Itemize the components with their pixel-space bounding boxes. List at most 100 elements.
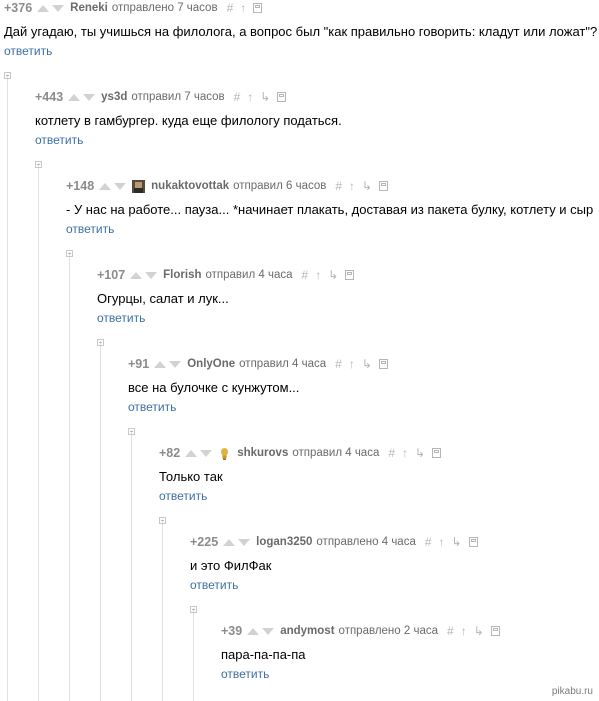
arrow-up-icon[interactable]: ↑ — [247, 91, 253, 103]
comment-time: отправил 4 часа — [239, 358, 327, 370]
comment-author[interactable]: nukaktovottak — [151, 180, 229, 192]
comment-time: отправлено 4 часа — [316, 536, 416, 548]
upvote-icon[interactable] — [154, 360, 167, 368]
reply-link[interactable]: ответить — [190, 578, 238, 592]
hash-icon[interactable]: # — [425, 536, 432, 548]
comment-author[interactable]: Reneki — [70, 2, 108, 14]
comment-header: +225 logan3250 отправлено 4 часа # ↑ ↳ — [190, 534, 478, 550]
arrow-up-icon[interactable]: ↑ — [461, 625, 467, 637]
collapse-toggle[interactable] — [35, 161, 42, 168]
reply-link[interactable]: ответить — [159, 489, 207, 503]
downvote-icon[interactable] — [114, 182, 127, 190]
branch-icon[interactable]: ↳ — [474, 625, 484, 637]
branch-icon[interactable]: ↳ — [362, 358, 372, 370]
thread-line — [193, 608, 194, 701]
vote-arrows — [37, 4, 65, 12]
thread-line — [38, 163, 39, 701]
arrow-up-icon[interactable]: ↑ — [349, 358, 355, 370]
hash-icon[interactable]: # — [447, 625, 454, 637]
hash-icon[interactable]: # — [335, 180, 342, 192]
downvote-icon[interactable] — [200, 449, 213, 457]
arrow-up-icon[interactable]: ↑ — [402, 447, 408, 459]
comment-icons: # ↑ ↳ — [425, 536, 478, 548]
reply-link[interactable]: ответить — [66, 222, 114, 236]
comment-header: +107 Florish отправил 4 часа # ↑ ↳ — [97, 267, 355, 283]
arrow-up-icon[interactable]: ↑ — [439, 536, 445, 548]
comment-author[interactable]: Florish — [163, 269, 201, 281]
comment-author[interactable]: ys3d — [101, 91, 127, 103]
arrow-up-icon[interactable]: ↑ — [240, 2, 246, 14]
hash-icon[interactable]: # — [234, 91, 241, 103]
comment-rating: +107 — [97, 268, 126, 282]
collapse-toggle[interactable] — [159, 517, 166, 524]
comment-time: отправил 4 часа — [205, 269, 293, 281]
save-icon[interactable] — [432, 448, 442, 458]
reply-link[interactable]: ответить — [221, 667, 269, 681]
branch-icon[interactable]: ↳ — [260, 91, 270, 103]
thread-line — [131, 430, 132, 701]
arrow-up-icon[interactable]: ↑ — [315, 269, 321, 281]
branch-icon[interactable]: ↳ — [452, 536, 462, 548]
reply-link[interactable]: ответить — [97, 311, 145, 325]
vote-arrows — [68, 93, 96, 101]
comment-time: отправил 6 часов — [233, 180, 327, 192]
downvote-icon[interactable] — [238, 538, 251, 546]
upvote-icon[interactable] — [247, 627, 260, 635]
downvote-icon[interactable] — [83, 93, 96, 101]
vote-arrows — [99, 182, 127, 190]
save-icon[interactable] — [490, 626, 500, 636]
reply-link[interactable]: ответить — [35, 133, 83, 147]
branch-icon[interactable]: ↳ — [362, 180, 372, 192]
save-icon[interactable] — [379, 181, 389, 191]
thread-line — [100, 341, 101, 701]
upvote-icon[interactable] — [37, 4, 50, 12]
collapse-toggle[interactable] — [190, 606, 197, 613]
comment-text: котлету в гамбургер. куда еще филологу п… — [35, 113, 342, 128]
branch-icon[interactable]: ↳ — [328, 269, 338, 281]
upvote-icon[interactable] — [185, 449, 198, 457]
hash-icon[interactable]: # — [302, 269, 309, 281]
save-icon[interactable] — [277, 92, 287, 102]
comment-author[interactable]: shkurovs — [237, 447, 288, 459]
collapse-toggle[interactable] — [97, 339, 104, 346]
comment-author[interactable]: andymost — [280, 625, 334, 637]
comment-text: - У нас на работе... пауза... *начинает … — [66, 202, 594, 217]
upvote-icon[interactable] — [130, 271, 143, 279]
save-icon[interactable] — [378, 359, 388, 369]
hash-icon[interactable]: # — [335, 358, 342, 370]
reply-link[interactable]: ответить — [4, 44, 52, 58]
save-icon[interactable] — [468, 537, 478, 547]
upvote-icon[interactable] — [223, 538, 236, 546]
collapse-toggle[interactable] — [128, 428, 135, 435]
collapse-toggle[interactable] — [66, 250, 73, 257]
vote-arrows — [247, 627, 275, 635]
downvote-icon[interactable] — [262, 627, 275, 635]
downvote-icon[interactable] — [52, 4, 65, 12]
upvote-icon[interactable] — [99, 182, 112, 190]
comment-author[interactable]: logan3250 — [256, 536, 312, 548]
save-icon[interactable] — [253, 3, 263, 13]
comment-author[interactable]: OnlyOne — [187, 358, 235, 370]
hash-icon[interactable]: # — [227, 2, 234, 14]
upvote-icon[interactable] — [68, 93, 81, 101]
avatar[interactable] — [132, 179, 146, 193]
downvote-icon[interactable] — [169, 360, 182, 368]
comment-header: +82 shkurovs отправил 4 часа # ↑ ↳ — [159, 445, 442, 461]
comment-text: Огурцы, салат и лук... — [97, 291, 229, 306]
comment-text: Только так — [159, 469, 223, 484]
downvote-icon[interactable] — [145, 271, 158, 279]
comment-time: отправил 7 часов — [131, 91, 225, 103]
reply-link[interactable]: ответить — [128, 400, 176, 414]
collapse-toggle[interactable] — [4, 72, 11, 79]
arrow-up-icon[interactable]: ↑ — [349, 180, 355, 192]
comment-icons: # ↑ ↳ — [388, 447, 442, 459]
comment-header: +376 Reneki отправлено 7 часов # ↑ — [4, 0, 263, 16]
save-icon[interactable] — [345, 270, 355, 280]
hash-icon[interactable]: # — [388, 447, 395, 459]
branch-icon[interactable]: ↳ — [415, 447, 425, 459]
comment-time: отправлено 7 часов — [111, 2, 218, 14]
comment-icons: # ↑ ↳ — [335, 180, 389, 192]
avatar[interactable] — [218, 447, 231, 460]
thread-line — [162, 519, 163, 701]
vote-arrows — [185, 449, 213, 457]
